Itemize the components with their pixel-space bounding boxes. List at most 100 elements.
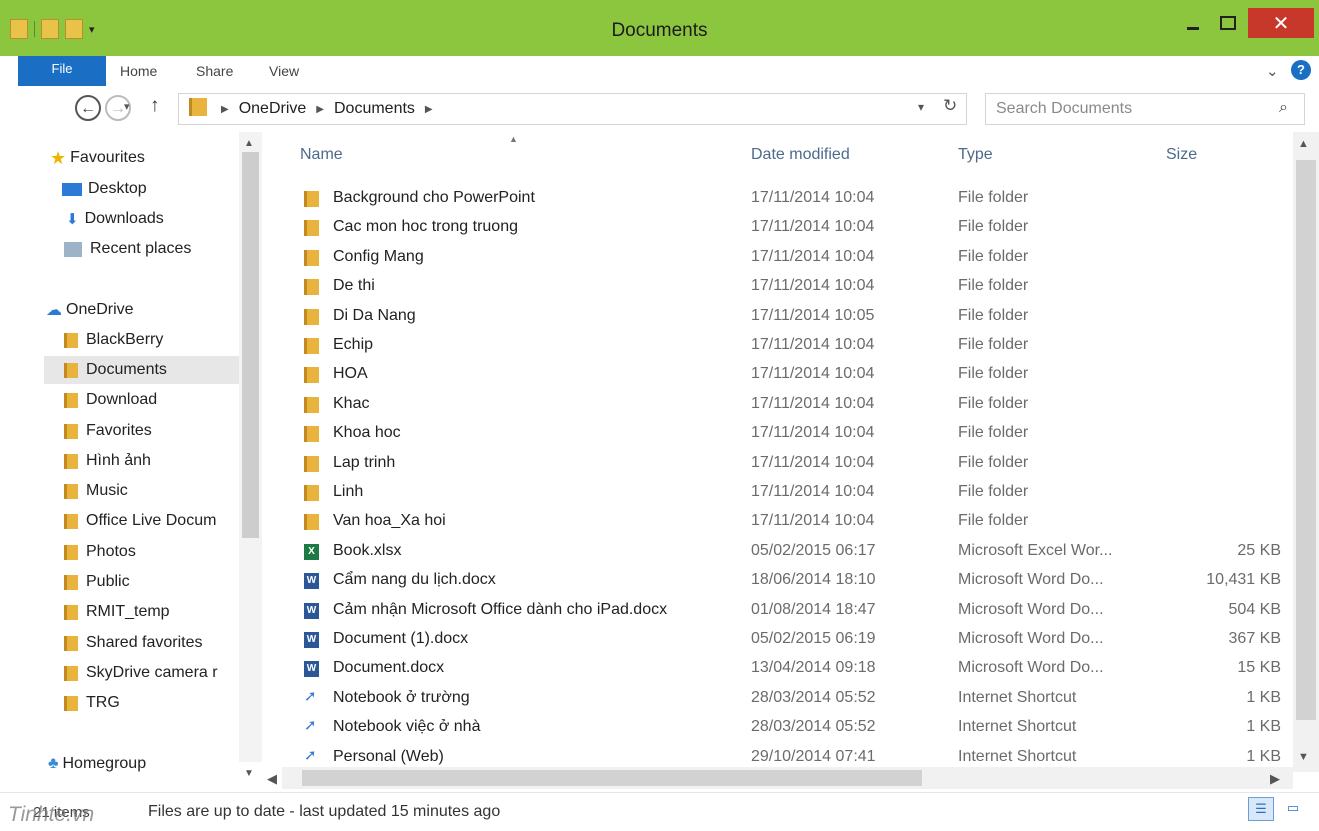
- file-row[interactable]: Di Da Nang 17/11/2014 10:05 File folder: [290, 302, 1290, 331]
- file-row[interactable]: ➚ Notebook việc ở nhà 28/03/2014 05:52 Inte…: [290, 713, 1290, 742]
- file-type: File folder: [958, 218, 1029, 235]
- file-date-modified: 05/02/2015 06:17: [751, 542, 876, 559]
- up-arrow-icon[interactable]: ↑: [150, 95, 160, 117]
- nav-item-documents[interactable]: Documents: [44, 356, 239, 384]
- nav-item-trg[interactable]: TRG: [64, 689, 120, 717]
- address-dropdown-icon[interactable]: ▾: [918, 100, 924, 114]
- internet-shortcut-icon: ➚: [304, 717, 317, 734]
- nav-label: Favourites: [70, 149, 145, 166]
- chevron-right-icon[interactable]: ▶: [316, 104, 324, 115]
- close-button[interactable]: ✕: [1248, 8, 1314, 38]
- nav-item-office-live[interactable]: Office Live Docum: [64, 507, 239, 535]
- recent-locations-dropdown-icon[interactable]: ▾: [124, 100, 130, 113]
- nav-item-shared-favorites[interactable]: Shared favorites: [64, 629, 203, 657]
- file-row[interactable]: X Book.xlsx 05/02/2015 06:17 Microsoft Exce…: [290, 537, 1290, 566]
- file-name: HOA: [333, 365, 368, 382]
- nav-favourites[interactable]: ★ Favourites: [50, 144, 145, 172]
- tab-home[interactable]: Home: [120, 63, 157, 79]
- nav-item-photos[interactable]: Photos: [64, 538, 136, 566]
- folder-icon: [304, 309, 319, 325]
- horizontal-scrollbar-thumb[interactable]: [302, 770, 922, 786]
- scroll-right-icon[interactable]: ▶: [1270, 771, 1280, 787]
- search-icon[interactable]: ⌕: [1279, 99, 1288, 117]
- scroll-down-icon[interactable]: ▼: [244, 768, 254, 779]
- file-row[interactable]: Echip 17/11/2014 10:04 File folder: [290, 331, 1290, 360]
- file-row[interactable]: Van hoa_Xa hoi 17/11/2014 10:04 File folde…: [290, 507, 1290, 536]
- nav-item-music[interactable]: Music: [64, 477, 128, 505]
- file-row[interactable]: HOA 17/11/2014 10:04 File folder: [290, 360, 1290, 389]
- details-view-button[interactable]: ☰: [1248, 797, 1274, 821]
- folder-icon: [304, 456, 319, 472]
- file-date-modified: 17/11/2014 10:04: [751, 248, 875, 265]
- breadcrumb-onedrive[interactable]: OneDrive: [239, 100, 307, 118]
- file-row[interactable]: W Cảm nhận Microsoft Office dành cho iPad…: [290, 596, 1290, 625]
- tab-file[interactable]: File: [18, 56, 106, 86]
- folder-icon: [64, 392, 78, 408]
- file-row[interactable]: Lap trinh 17/11/2014 10:04 File folder: [290, 449, 1290, 478]
- column-header-date-modified[interactable]: Date modified: [751, 146, 850, 164]
- search-input[interactable]: [996, 99, 1256, 119]
- file-size: 1 KB: [1246, 748, 1281, 765]
- file-row[interactable]: Khac 17/11/2014 10:04 File folder: [290, 390, 1290, 419]
- file-row[interactable]: Cac mon hoc trong truong 17/11/2014 10:04…: [290, 213, 1290, 242]
- breadcrumb-documents[interactable]: Documents: [334, 100, 415, 118]
- nav-onedrive[interactable]: ☁ OneDrive: [46, 296, 134, 324]
- nav-item-skydrive-camera[interactable]: SkyDrive camera r: [64, 659, 239, 687]
- file-type: File folder: [958, 365, 1029, 382]
- file-row[interactable]: W Document (1).docx 05/02/2015 06:19 Micros…: [290, 625, 1290, 654]
- word-icon: W: [304, 603, 319, 619]
- tab-view[interactable]: View: [269, 63, 299, 79]
- large-icons-view-button[interactable]: ▭: [1280, 797, 1306, 821]
- file-size: 25 KB: [1237, 542, 1281, 559]
- tab-share[interactable]: Share: [196, 63, 233, 79]
- nav-label: Recent places: [90, 240, 192, 257]
- file-row[interactable]: ➚ Notebook ở trường 28/03/2014 05:52 Intern…: [290, 684, 1290, 713]
- nav-item-rmit-temp[interactable]: RMIT_temp: [64, 598, 170, 626]
- file-row[interactable]: W Document.docx 13/04/2014 09:18 Microsoft …: [290, 654, 1290, 683]
- maximize-button[interactable]: [1213, 8, 1243, 38]
- nav-recent-places[interactable]: Recent places: [64, 235, 191, 263]
- file-row[interactable]: Background cho PowerPoint 17/11/2014 10:0…: [290, 184, 1290, 213]
- column-header-name[interactable]: Name: [300, 146, 343, 164]
- file-type: File folder: [958, 454, 1029, 471]
- refresh-icon[interactable]: ↻: [943, 96, 957, 116]
- folder-icon: [189, 98, 207, 116]
- nav-item-public[interactable]: Public: [64, 568, 130, 596]
- file-row[interactable]: Linh 17/11/2014 10:04 File folder: [290, 478, 1290, 507]
- folder-icon: [64, 453, 78, 469]
- close-icon: ✕: [1272, 12, 1290, 35]
- nav-item-blackberry[interactable]: BlackBerry: [64, 326, 163, 354]
- nav-item-hinh-anh[interactable]: Hình ảnh: [64, 447, 151, 475]
- file-row[interactable]: W Cẩm nang du lịch.docx 18/06/2014 18:10 Mi…: [290, 566, 1290, 595]
- nav-scrollbar-thumb[interactable]: [242, 152, 259, 538]
- file-row[interactable]: Khoa hoc 17/11/2014 10:04 File folder: [290, 419, 1290, 448]
- chevron-right-icon[interactable]: ▶: [425, 104, 433, 115]
- minimize-button[interactable]: [1173, 8, 1213, 38]
- nav-item-favorites[interactable]: Favorites: [64, 417, 152, 445]
- file-type: Microsoft Word Do...: [958, 571, 1104, 588]
- nav-label: Favorites: [86, 422, 152, 439]
- internet-shortcut-icon: ➚: [304, 747, 317, 764]
- scroll-up-icon[interactable]: ▲: [244, 138, 254, 149]
- scroll-left-icon[interactable]: ◀: [267, 771, 277, 787]
- scroll-up-icon[interactable]: ▲: [1298, 138, 1309, 150]
- file-list-scrollbar-thumb[interactable]: [1296, 160, 1316, 720]
- help-icon[interactable]: ?: [1291, 60, 1311, 80]
- details-view-icon: ☰: [1255, 801, 1267, 816]
- back-button[interactable]: ←: [75, 95, 101, 121]
- nav-downloads[interactable]: ⬇ Downloads: [66, 205, 164, 233]
- file-row[interactable]: Config Mang 17/11/2014 10:04 File folder: [290, 243, 1290, 272]
- file-row[interactable]: De thi 17/11/2014 10:04 File folder: [290, 272, 1290, 301]
- column-header-size[interactable]: Size: [1166, 146, 1197, 164]
- file-size: 1 KB: [1246, 689, 1281, 706]
- scroll-down-icon[interactable]: ▼: [1298, 751, 1309, 763]
- nav-desktop[interactable]: Desktop: [62, 175, 147, 203]
- file-date-modified: 17/11/2014 10:04: [751, 189, 875, 206]
- folder-icon: [304, 426, 319, 442]
- nav-item-download[interactable]: Download: [64, 386, 157, 414]
- expand-ribbon-chevron-icon[interactable]: ⌄: [1266, 62, 1279, 80]
- nav-label: SkyDrive camera r: [86, 664, 218, 681]
- nav-homegroup[interactable]: ♣ Homegroup: [48, 750, 146, 778]
- column-header-type[interactable]: Type: [958, 146, 993, 164]
- chevron-right-icon[interactable]: ▶: [221, 104, 229, 115]
